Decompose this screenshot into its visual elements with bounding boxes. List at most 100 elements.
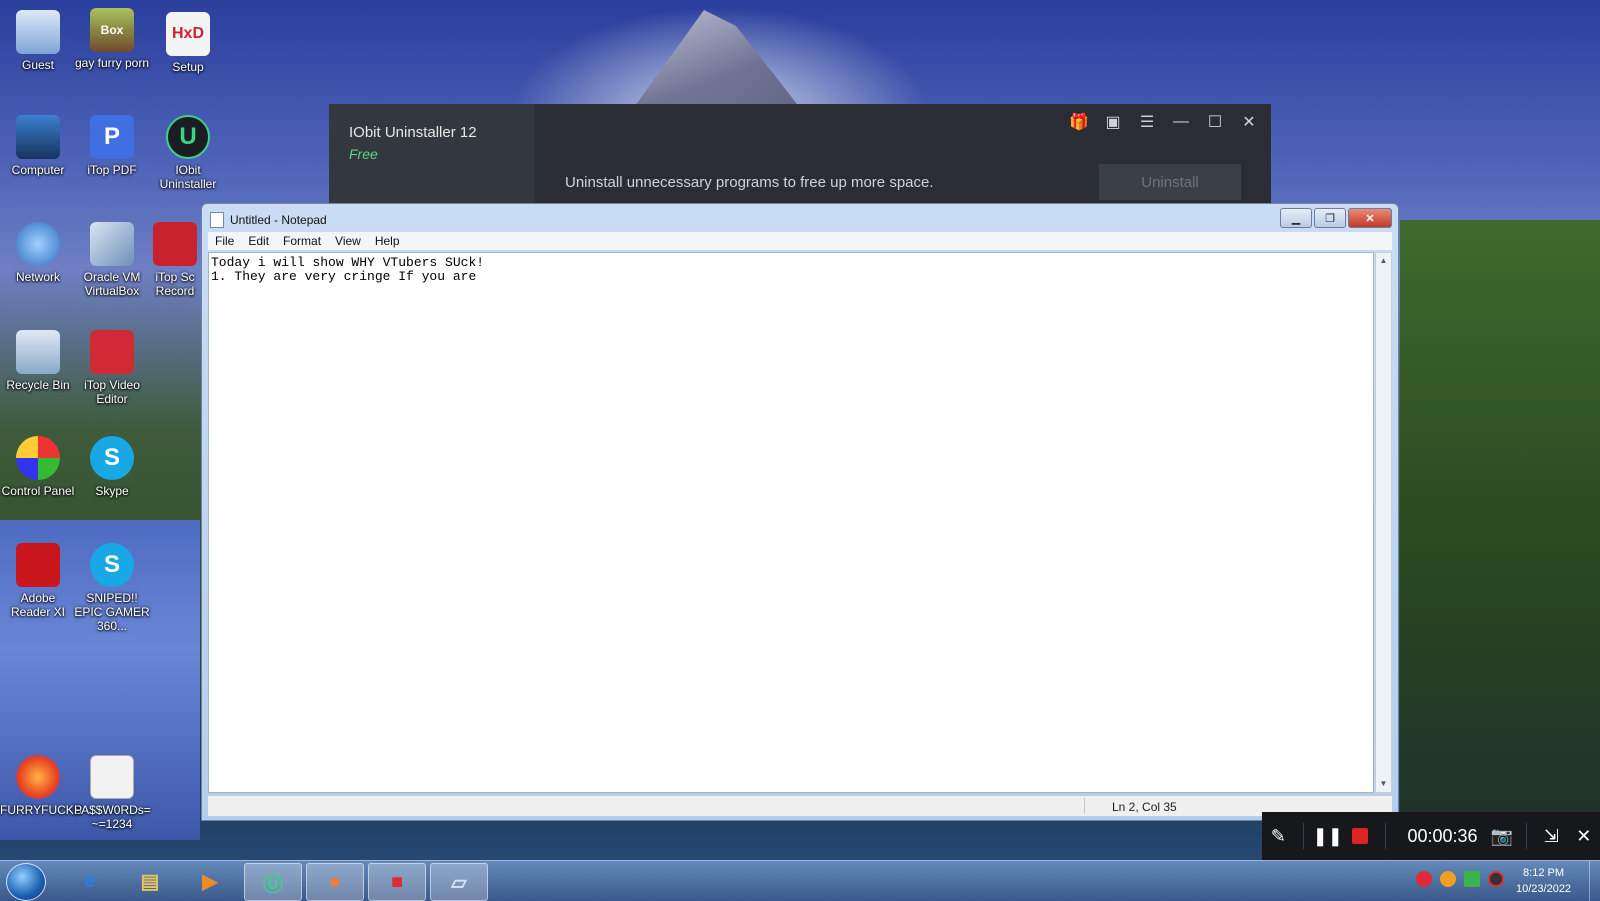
desktop-icon-computer[interactable]: Computer — [0, 115, 76, 177]
desktop-icon-label: iTop Video Editor — [84, 378, 140, 406]
desktop-icon-label: iTop Sc Record — [155, 270, 195, 298]
internet-explorer-icon[interactable]: e — [62, 863, 118, 899]
iobit-window-controls: 🎁 ▣ ☰ — ☐ ✕ — [1069, 112, 1259, 132]
user-icon — [16, 10, 60, 54]
notepad-menubar: File Edit Format View Help — [208, 232, 1392, 250]
desktop-icon-label: Oracle VM VirtualBox — [83, 270, 141, 298]
desktop-icon-label: FURRYFUCKS — [0, 803, 82, 817]
video-editor-icon — [90, 330, 134, 374]
desktop-icon-gay-furry-porn[interactable]: Box gay furry porn — [74, 8, 150, 70]
recording-timer: 00:00:36 — [1407, 825, 1478, 846]
menu-edit[interactable]: Edit — [241, 234, 276, 248]
desktop-icon-label: Skype — [95, 484, 129, 498]
minimize-icon[interactable]: — — [1171, 112, 1191, 132]
gift-icon[interactable]: 🎁 — [1069, 112, 1089, 132]
computer-icon — [16, 115, 60, 159]
file-explorer-icon[interactable]: ▤ — [122, 863, 178, 899]
desktop-icon-label: Recycle Bin — [6, 378, 70, 392]
system-clock[interactable]: 8:12 PM 10/23/2022 — [1516, 865, 1571, 897]
notepad-title: Untitled - Notepad — [230, 213, 327, 227]
taskbar: e ▤ ▶ Ⓤ ● ■ ▱ 8:12 PM 10/23/2022 — [0, 860, 1600, 901]
skype-icon: S — [90, 543, 134, 587]
desktop-icon-label: Setup — [172, 60, 204, 74]
iobit-description: Uninstall unnecessary programs to free u… — [565, 174, 934, 191]
desktop-icon-label: Control Panel — [1, 484, 75, 498]
system-tray — [1416, 871, 1504, 887]
wallpaper-trees — [1400, 220, 1600, 850]
scroll-up-icon[interactable]: ▲ — [1376, 253, 1391, 269]
volume-tray-icon[interactable] — [1488, 871, 1504, 887]
text-file-icon — [90, 755, 134, 799]
toolbar-divider — [1526, 823, 1527, 849]
toolbox-icon[interactable]: ▣ — [1103, 112, 1123, 132]
iobit-uninstaller-window: IObit Uninstaller 12 Free Uninstall unne… — [329, 104, 1271, 204]
desktop-icon-passwords[interactable]: PA$$W0RDs= ~=1234 — [74, 755, 151, 831]
toolbar-divider — [1302, 823, 1304, 849]
maximize-icon[interactable]: ☐ — [1205, 112, 1225, 132]
notepad-window: Untitled - Notepad ▁ ❐ ✕ File Edit Forma… — [201, 203, 1399, 821]
show-desktop-button[interactable] — [1589, 861, 1600, 901]
itop-recorder-taskbar-icon[interactable]: ■ — [368, 863, 426, 901]
desktop-icon-itop-recorder[interactable]: iTop Sc Record — [150, 222, 200, 298]
menu-format[interactable]: Format — [276, 234, 328, 248]
desktop-icon-network[interactable]: Network — [0, 222, 76, 284]
desktop-icon-recycle-bin[interactable]: Recycle Bin — [0, 330, 76, 392]
desktop-icon-sniped-epic-gamer[interactable]: S SNIPED!! EPIC GAMER 360... — [74, 543, 150, 633]
close-icon[interactable]: ✕ — [1568, 819, 1600, 853]
uninstall-button[interactable]: Uninstall — [1099, 164, 1241, 200]
desktop-icon-guest[interactable]: Guest — [0, 10, 76, 72]
notepad-titlebar[interactable]: Untitled - Notepad — [210, 210, 327, 230]
menu-help[interactable]: Help — [368, 234, 407, 248]
menu-view[interactable]: View — [328, 234, 368, 248]
minimize-button[interactable]: ▁ — [1280, 208, 1312, 228]
recycle-bin-icon — [16, 330, 60, 374]
search-tray-icon[interactable] — [1440, 871, 1456, 887]
menu-icon[interactable]: ☰ — [1137, 112, 1157, 132]
desktop-icon-skype[interactable]: S Skype — [74, 436, 150, 498]
iobit-icon: U — [166, 115, 210, 159]
desktop-icon-label: PA$$W0RDs= ~=1234 — [74, 803, 151, 831]
desktop-icon-itop-pdf[interactable]: P iTop PDF — [74, 115, 150, 177]
desktop-icon-adobe-reader[interactable]: Adobe Reader XI — [0, 543, 76, 619]
screen-recorder-toolbar: ✎ ❚❚ 00:00:36 📷 ⇲ ✕ — [1262, 812, 1600, 860]
start-button[interactable] — [6, 863, 46, 901]
firefox-taskbar-icon[interactable]: ● — [306, 863, 364, 901]
close-icon[interactable]: ✕ — [1239, 112, 1259, 132]
pen-icon[interactable]: ✎ — [1262, 819, 1295, 853]
pause-icon[interactable]: ❚❚ — [1311, 819, 1344, 853]
notepad-statusbar: Ln 2, Col 35 — [208, 795, 1392, 816]
camera-icon[interactable]: 📷 — [1486, 819, 1519, 853]
firefox-icon — [16, 755, 60, 799]
desktop-icon-control-panel[interactable]: Control Panel — [0, 436, 76, 498]
desktop-icon-iobit-uninstaller[interactable]: U IObit Uninstaller — [150, 115, 226, 191]
stop-icon — [1352, 828, 1369, 844]
notepad-taskbar-icon[interactable]: ▱ — [430, 863, 488, 901]
network-tray-icon[interactable] — [1464, 871, 1480, 887]
iobit-edition: Free — [349, 146, 378, 162]
notepad-text-area[interactable]: Today i will show WHY VTubers SUck! 1. T… — [208, 252, 1374, 793]
desktop-icon-label: Guest — [21, 58, 54, 72]
desktop-icon-label: Network — [15, 270, 60, 284]
globe-icon — [16, 222, 60, 266]
pdf-editor-icon: P — [90, 115, 134, 159]
desktop-icon-label: gay furry porn — [74, 56, 150, 70]
desktop-icon-virtualbox[interactable]: Oracle VM VirtualBox — [74, 222, 150, 298]
media-player-icon[interactable]: ▶ — [182, 863, 238, 899]
maximize-button[interactable]: ❐ — [1314, 208, 1346, 228]
scroll-down-icon[interactable]: ▼ — [1376, 776, 1391, 792]
desktop-icon-itop-video-editor[interactable]: iTop Video Editor — [74, 330, 150, 406]
vertical-scrollbar[interactable]: ▲ ▼ — [1375, 252, 1392, 793]
box-icon: Box — [90, 8, 134, 52]
cursor-position: Ln 2, Col 35 — [1112, 800, 1177, 814]
export-icon[interactable]: ⇲ — [1535, 819, 1568, 853]
clock-time: 8:12 PM — [1523, 867, 1565, 879]
stop-button[interactable] — [1344, 819, 1377, 853]
iobit-title: IObit Uninstaller 12 — [349, 124, 477, 141]
menu-file[interactable]: File — [208, 234, 241, 248]
toolbar-divider — [1384, 823, 1386, 849]
recorder-tray-icon[interactable] — [1416, 871, 1432, 887]
iobit-taskbar-icon[interactable]: Ⓤ — [244, 863, 302, 901]
close-button[interactable]: ✕ — [1348, 208, 1392, 228]
desktop-icon-setup[interactable]: HxD Setup — [150, 12, 226, 74]
desktop-icon-furryfucks[interactable]: FURRYFUCKS — [0, 755, 82, 817]
